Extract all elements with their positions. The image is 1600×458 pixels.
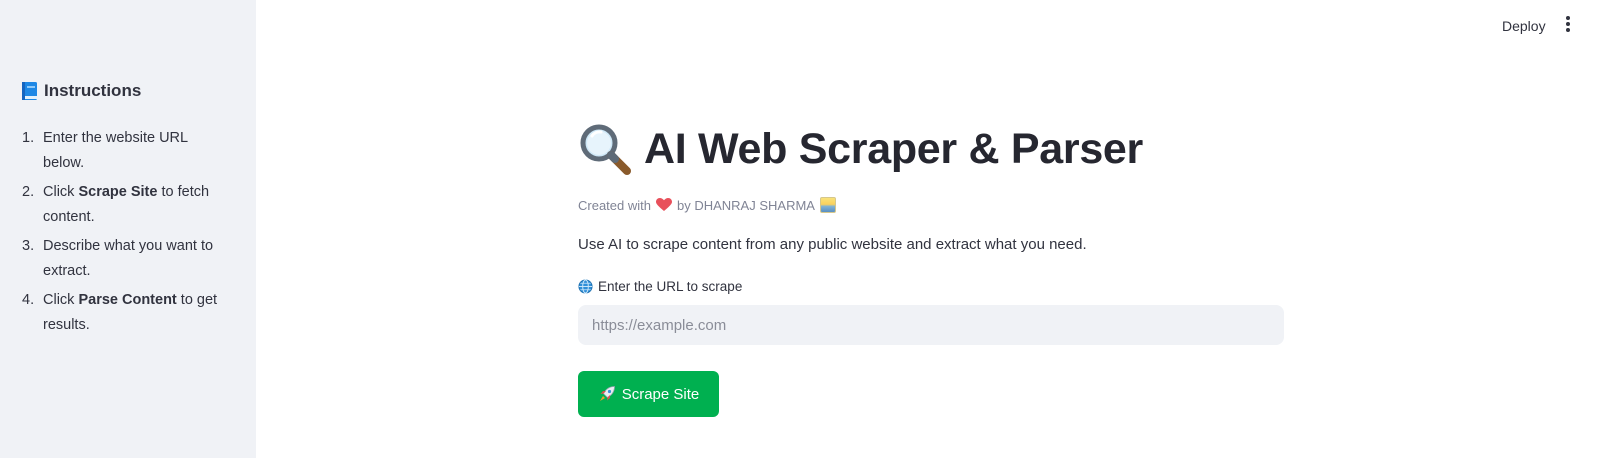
step-text-part: Click — [43, 184, 79, 200]
instruction-step: 4. Click Parse Content to get results. — [22, 288, 232, 338]
sidebar-title-text: Instructions — [44, 81, 142, 100]
step-text-part: Click — [43, 292, 79, 308]
sidebar: Instructions 1. Enter the website URL be… — [0, 0, 256, 458]
sunrise-icon — [819, 197, 836, 213]
scrape-site-button[interactable]: Scrape Site — [578, 371, 719, 417]
page-title-text: AI Web Scraper & Parser — [644, 124, 1143, 173]
step-text-bold: Parse Content — [78, 292, 177, 308]
scrape-button-label: Scrape Site — [621, 385, 700, 403]
blue-book-icon — [20, 80, 40, 102]
instruction-step: 2. Click Scrape Site to fetch content. — [22, 180, 232, 230]
step-text: Click Parse Content to get results. — [43, 288, 232, 338]
step-text-part: Describe what you want to extract. — [43, 238, 214, 279]
app-description: Use AI to scrape content from any public… — [578, 236, 1087, 253]
step-text: Enter the website URL below. — [43, 126, 232, 176]
step-text: Describe what you want to extract. — [43, 234, 232, 284]
step-number: 3. — [22, 238, 35, 254]
step-number: 1. — [22, 130, 35, 146]
rocket-icon — [598, 385, 616, 403]
step-number: 2. — [22, 184, 35, 200]
heart-icon — [655, 198, 672, 212]
credit-line: Created with by DHANRAJ SHARMA — [578, 197, 836, 213]
url-label-text: Enter the URL to scrape — [598, 279, 743, 294]
step-text-part: Enter the website URL below. — [43, 130, 188, 171]
magnifying-glass-icon — [578, 122, 632, 176]
sidebar-title: Instructions — [20, 80, 141, 102]
url-input[interactable] — [578, 305, 1284, 345]
step-text-bold: Scrape Site — [78, 184, 158, 200]
page-title: AI Web Scraper & Parser — [578, 122, 1143, 176]
deploy-button[interactable]: Deploy — [1496, 14, 1552, 38]
credit-prefix: Created with — [578, 197, 651, 213]
app-root: Instructions 1. Enter the website URL be… — [0, 0, 1600, 458]
instructions-list: 1. Enter the website URL below. 2. Click… — [22, 126, 232, 342]
step-number: 4. — [22, 292, 35, 308]
globe-icon — [578, 279, 593, 294]
url-field-label: Enter the URL to scrape — [578, 279, 742, 294]
step-text: Click Scrape Site to fetch content. — [43, 180, 232, 230]
instruction-step: 3. Describe what you want to extract. — [22, 234, 232, 284]
instruction-step: 1. Enter the website URL below. — [22, 126, 232, 176]
credit-suffix: by DHANRAJ SHARMA — [676, 197, 815, 213]
main-content: AI Web Scraper & Parser Created with by … — [578, 0, 1286, 458]
vertical-ellipsis-icon[interactable] — [1563, 15, 1573, 35]
